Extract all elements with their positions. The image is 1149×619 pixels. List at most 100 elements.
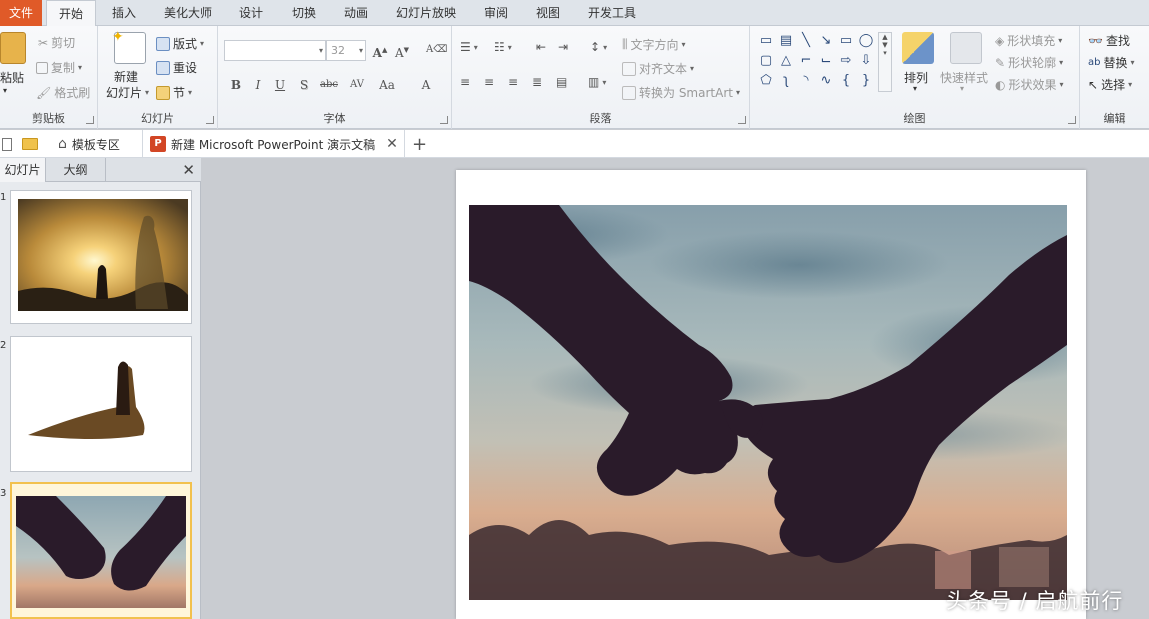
tab-developer[interactable]: 开发工具 [576, 0, 648, 26]
new-slide-button[interactable]: 幻灯片 ▾ [106, 84, 149, 101]
select-button[interactable]: ↖ 选择 ▾ [1088, 76, 1132, 93]
oval-shape-icon[interactable]: ◯ [858, 34, 874, 48]
slides-launcher-icon[interactable] [206, 116, 214, 124]
tab-view[interactable]: 视图 [524, 0, 572, 26]
line-spacing-icon: ↕ [590, 40, 601, 54]
distributed-icon[interactable]: ▤ [556, 75, 567, 89]
textbox-shape-icon[interactable]: ▭ [758, 34, 774, 48]
clear-format-icon[interactable]: A⌫ [426, 40, 447, 60]
open-folder-icon[interactable] [22, 130, 38, 158]
tab-slides-pane[interactable]: 幻灯片 [0, 158, 46, 182]
paste-button[interactable]: 粘贴 [0, 69, 24, 86]
brace-right-shape-icon[interactable]: } [858, 74, 874, 88]
columns-button[interactable]: ▥ ▾ [588, 75, 606, 89]
align-text-button[interactable]: 对齐文本 ▾ [622, 60, 694, 77]
vertical-textbox-shape-icon[interactable]: ▤ [778, 34, 794, 48]
convert-smartart-button[interactable]: 转换为 SmartArt ▾ [622, 84, 740, 101]
layout-button[interactable]: 版式 ▾ [156, 35, 204, 52]
sunset-couple-image [18, 199, 188, 311]
paste-dropdown-icon[interactable]: ▾ [3, 86, 7, 95]
close-tab-icon[interactable]: ✕ [386, 136, 398, 152]
shape-fill-button[interactable]: ◈ 形状填充 ▾ [995, 32, 1062, 49]
tab-animations[interactable]: 动画 [332, 0, 380, 26]
find-button[interactable]: 👓 查找 [1088, 32, 1130, 49]
tab-outline-pane[interactable]: 大纲 [46, 158, 106, 182]
freeform-shape-icon[interactable]: ⬠ [758, 74, 774, 88]
tab-insert[interactable]: 插入 [100, 0, 148, 26]
triangle-shape-icon[interactable]: △ [778, 54, 794, 68]
right-arrow-shape-icon[interactable]: ⇨ [838, 54, 854, 68]
underline-button[interactable]: U [270, 75, 290, 95]
shadow-button[interactable]: S [294, 75, 314, 95]
quick-styles-dropdown-icon[interactable]: ▾ [960, 84, 964, 93]
rectangle-shape-icon[interactable]: ▭ [838, 34, 854, 48]
tab-home[interactable]: 开始 [46, 0, 96, 27]
new-document-icon[interactable] [2, 130, 12, 158]
copy-button[interactable]: 复制 ▾ [36, 59, 82, 76]
section-icon [156, 85, 170, 100]
font-launcher-icon[interactable] [440, 116, 448, 124]
font-color-button[interactable]: A [416, 75, 436, 95]
curve-shape-icon[interactable]: ∿ [818, 74, 834, 88]
increase-indent-icon[interactable]: ⇥ [558, 40, 568, 54]
bold-button[interactable]: B [226, 75, 246, 95]
justify-icon[interactable]: ≣ [532, 75, 542, 89]
slide-thumbnail-1[interactable] [10, 190, 192, 324]
arrange-dropdown-icon[interactable]: ▾ [913, 84, 917, 93]
tab-current-document[interactable]: P 新建 Microsoft PowerPoint 演示文稿 ✕ [150, 130, 398, 158]
clipboard-launcher-icon[interactable] [86, 116, 94, 124]
arrange-icon [902, 32, 934, 64]
slide-thumbnail-2[interactable] [10, 336, 192, 472]
bullets-button[interactable]: ☰ ▾ [460, 40, 478, 54]
font-size-combo[interactable]: 32 ▾ [326, 40, 366, 61]
rounded-rect-shape-icon[interactable]: ▢ [758, 54, 774, 68]
align-left-icon[interactable]: ≡ [460, 75, 470, 89]
tab-design[interactable]: 设计 [228, 0, 274, 26]
align-right-icon[interactable]: ≡ [508, 75, 518, 89]
numbering-button[interactable]: ☷ ▾ [494, 40, 512, 54]
elbow-connector-icon[interactable]: ⌐ [798, 54, 814, 68]
strikethrough-button[interactable]: abc [316, 75, 342, 95]
shape-outline-button[interactable]: ✎ 形状轮廓 ▾ [995, 54, 1063, 71]
elbow-arrow-icon[interactable]: ⌙ [818, 54, 834, 68]
change-case-button[interactable]: Aa [374, 75, 400, 95]
slide-thumbnail-3[interactable] [10, 482, 192, 619]
reset-button[interactable]: 重设 [156, 59, 197, 76]
shapes-gallery-scroll[interactable]: ▲ ▼ ▾ [878, 32, 892, 92]
drawing-launcher-icon[interactable] [1068, 116, 1076, 124]
brace-left-shape-icon[interactable]: { [838, 74, 854, 88]
close-pane-icon[interactable]: ✕ [182, 161, 195, 179]
arrow-line-shape-icon[interactable]: ↘ [818, 34, 834, 48]
tab-review[interactable]: 审阅 [472, 0, 520, 26]
down-arrow-shape-icon[interactable]: ⇩ [858, 54, 874, 68]
holding-hands-image[interactable] [469, 205, 1067, 600]
paragraph-launcher-icon[interactable] [738, 116, 746, 124]
tab-slideshow[interactable]: 幻灯片放映 [384, 0, 468, 26]
reset-icon [156, 60, 170, 75]
tab-template-zone[interactable]: ⌂ 模板专区 [58, 130, 120, 158]
format-painter-button[interactable]: 🖌 格式刷 [36, 84, 90, 101]
cut-button[interactable]: ✂ 剪切 [38, 34, 75, 51]
section-button[interactable]: 节 ▾ [156, 84, 192, 101]
tab-file[interactable]: 文件 [0, 0, 42, 26]
shape-effects-button[interactable]: ◐ 形状效果 ▾ [995, 76, 1064, 93]
scribble-shape-icon[interactable]: ʅ [778, 74, 794, 88]
shrink-font-icon[interactable]: A▼ [392, 40, 412, 60]
decrease-indent-icon[interactable]: ⇤ [536, 40, 546, 54]
font-name-combo[interactable]: ▾ [224, 40, 326, 61]
grow-font-icon[interactable]: A▲ [370, 40, 390, 60]
line-spacing-button[interactable]: ↕ ▾ [590, 40, 607, 54]
italic-button[interactable]: I [248, 75, 268, 95]
tab-beautify-master[interactable]: 美化大师 [152, 0, 224, 26]
new-tab-plus-icon[interactable]: + [412, 130, 427, 158]
current-slide[interactable] [456, 170, 1086, 619]
replace-button[interactable]: ab 替换 ▾ [1088, 54, 1135, 71]
text-direction-button[interactable]: ⫼ 文字方向 ▾ [622, 36, 686, 53]
new-slide-label-1[interactable]: 新建 [114, 68, 138, 85]
align-center-icon[interactable]: ≡ [484, 75, 494, 89]
tab-transitions[interactable]: 切换 [280, 0, 328, 26]
line-shape-icon[interactable]: ╲ [798, 34, 814, 48]
char-spacing-button[interactable]: AV [344, 75, 370, 95]
shapes-gallery[interactable]: ▭ ▤ ╲ ↘ ▭ ◯ ▢ △ ⌐ ⌙ ⇨ ⇩ ⬠ ʅ ◝ ∿ { } [756, 32, 878, 92]
arc-shape-icon[interactable]: ◝ [798, 74, 814, 88]
